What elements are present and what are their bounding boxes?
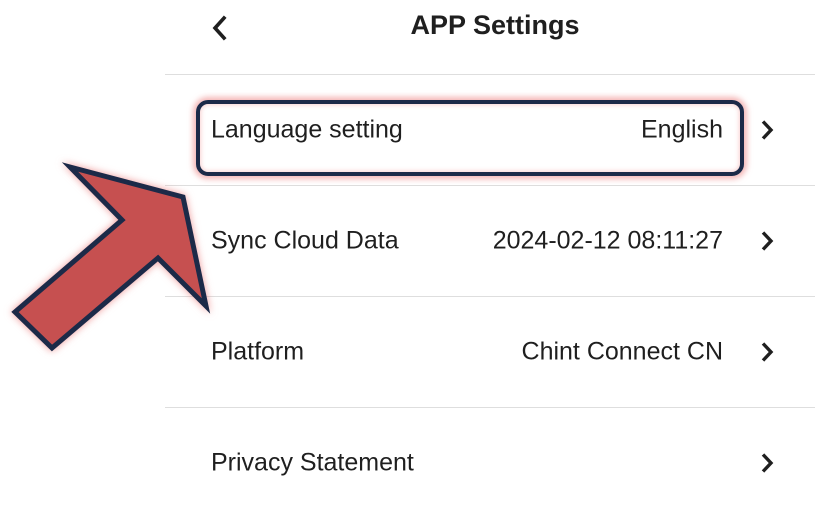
page-title: APP Settings [410, 10, 580, 40]
chevron-right-icon [757, 340, 777, 364]
settings-item-sync-cloud-data[interactable]: Sync Cloud Data 2024-02-12 08:11:27 [165, 186, 815, 297]
settings-item-value: English [641, 115, 723, 144]
settings-item-privacy-statement[interactable]: Privacy Statement [165, 408, 815, 513]
settings-item-label: Privacy Statement [211, 448, 414, 477]
settings-list: Language setting English Sync Cloud Data… [165, 75, 815, 513]
settings-item-language[interactable]: Language setting English [165, 75, 815, 186]
settings-item-label: Language setting [211, 115, 403, 144]
chevron-right-icon [757, 229, 777, 253]
settings-item-label: Sync Cloud Data [211, 226, 399, 255]
settings-item-platform[interactable]: Platform Chint Connect CN [165, 297, 815, 408]
settings-item-value: Chint Connect CN [521, 337, 723, 366]
settings-item-value: 2024-02-12 08:11:27 [492, 226, 723, 255]
app-settings-screen: APP Settings Language setting English Sy… [0, 0, 815, 513]
chevron-right-icon [757, 118, 777, 142]
header: APP Settings [165, 0, 815, 74]
settings-item-label: Platform [211, 337, 305, 366]
chevron-right-icon [757, 451, 777, 475]
